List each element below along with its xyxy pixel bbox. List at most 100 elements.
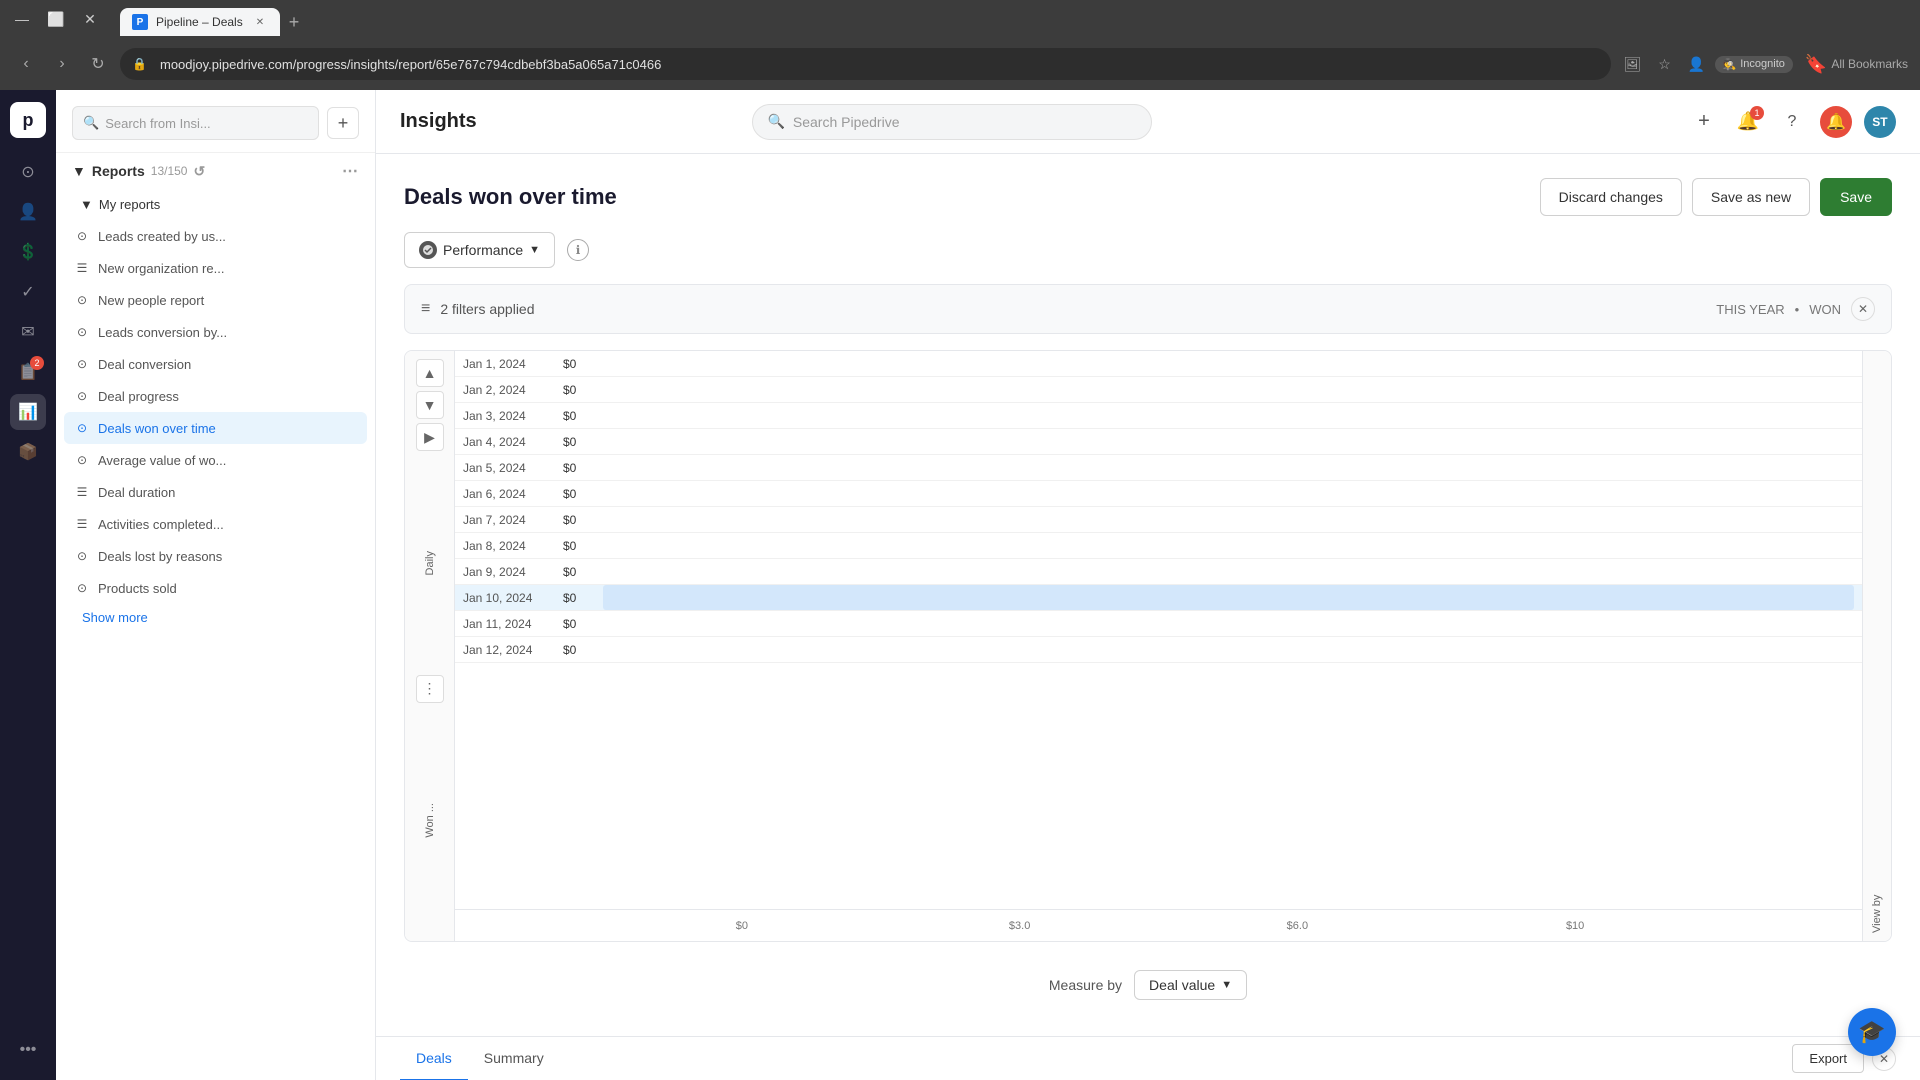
show-more-link[interactable]: Show more [64, 604, 367, 631]
sidebar-item-deals-lost[interactable]: ⊙ Deals lost by reasons [64, 540, 367, 572]
sidebar-item-deal-duration[interactable]: ☰ Deal duration [64, 476, 367, 508]
sidebar-item-products-sold[interactable]: ⊙ Products sold [64, 572, 367, 604]
bottom-tabs: Deals Summary Export ✕ [376, 1036, 1920, 1080]
browser-forward-btn[interactable]: › [48, 50, 76, 78]
axis-right-btn[interactable]: ▶ [416, 423, 444, 451]
nav-item-home[interactable]: ⊙ [10, 154, 46, 190]
tab-close-btn[interactable]: ✕ [252, 14, 268, 30]
circle-icon-8: ⊙ [74, 548, 90, 564]
sidebar-reports-header[interactable]: ▼ Reports 13/150 ↺ ⋯ [56, 153, 375, 189]
sidebar-item-deal-progress[interactable]: ⊙ Deal progress [64, 380, 367, 412]
chart-rows: Jan 1, 2024 $0 Jan 2, 2024 $0 Jan 3, [455, 351, 1862, 909]
nav-item-products[interactable]: 📦 [10, 434, 46, 470]
table-row: Jan 10, 2024 $0 [455, 585, 1862, 611]
deals-won-label: Deals won over time [98, 421, 216, 436]
measure-by-dropdown[interactable]: Deal value ▼ [1134, 970, 1247, 1000]
row-date-10: Jan 10, 2024 [463, 591, 563, 605]
nav-item-mail[interactable]: ✉ [10, 314, 46, 350]
window-close-btn[interactable]: ✕ [76, 5, 104, 33]
chart-bar-area-2 [603, 381, 1854, 399]
table-row: Jan 9, 2024 $0 [455, 559, 1862, 585]
add-btn[interactable]: + [1688, 106, 1720, 138]
sidebar-item-avg-value[interactable]: ⊙ Average value of wo... [64, 444, 367, 476]
incognito-icon: 🕵 [1723, 58, 1737, 71]
sidebar-item-new-org[interactable]: ☰ New organization re... [64, 252, 367, 284]
sidebar-item-deals-won[interactable]: ⊙ Deals won over time [64, 412, 367, 444]
tab-summary[interactable]: Summary [468, 1037, 560, 1080]
filter-period: THIS YEAR [1716, 302, 1784, 317]
my-reports-header[interactable]: ▼ My reports [64, 189, 367, 220]
help-btn[interactable]: ? [1776, 106, 1808, 138]
nav-item-leads[interactable]: 📋 2 [10, 354, 46, 390]
filter-bar: ≡ 2 filters applied THIS YEAR • WON ✕ [404, 284, 1892, 334]
reports-reset-icon[interactable]: ↺ [193, 163, 205, 180]
help-fab[interactable]: 🎓 [1848, 1008, 1896, 1056]
axis-more-btn[interactable]: ⋮ [416, 675, 444, 703]
nav-item-contacts[interactable]: 👤 [10, 194, 46, 230]
table-row: Jan 6, 2024 $0 [455, 481, 1862, 507]
export-btn[interactable]: Export [1792, 1044, 1864, 1073]
row-value-9: $0 [563, 565, 603, 579]
window-minimize-btn[interactable]: — [8, 5, 36, 33]
browser-profile-icon[interactable]: 👤 [1683, 50, 1711, 78]
chart-bar-area-5 [603, 459, 1854, 477]
discard-changes-btn[interactable]: Discard changes [1540, 178, 1682, 216]
user-avatar[interactable]: ST [1864, 106, 1896, 138]
notification-badge: 1 [1750, 106, 1764, 120]
address-bar-row: ‹ › ↻ 🔒 moodjoy.pipedrive.com/progress/i… [0, 38, 1920, 90]
address-bar[interactable]: 🔒 moodjoy.pipedrive.com/progress/insight… [120, 48, 1611, 80]
axis-down-btn[interactable]: ▼ [416, 391, 444, 419]
nav-item-deals[interactable]: 💲 [10, 234, 46, 270]
notifications-btn[interactable]: 🔔 1 [1732, 106, 1764, 138]
products-sold-label: Products sold [98, 581, 177, 596]
axis-tick-3: $10 [1436, 920, 1714, 932]
bookmark-star-icon[interactable]: ☆ [1651, 50, 1679, 78]
sidebar-item-activities-completed[interactable]: ☰ Activities completed... [64, 508, 367, 540]
sidebar-item-leads-created[interactable]: ⊙ Leads created by us... [64, 220, 367, 252]
app-header: Insights 🔍 Search Pipedrive + 🔔 1 ? 🔔 ST [376, 90, 1920, 154]
measure-value: Deal value [1149, 977, 1215, 993]
app-logo[interactable]: p [10, 102, 46, 138]
save-btn[interactable]: Save [1820, 178, 1892, 216]
bell-icon-btn[interactable]: 🔔 [1820, 106, 1852, 138]
browser-refresh-btn[interactable]: ↻ [84, 50, 112, 78]
tab-deals[interactable]: Deals [400, 1037, 468, 1080]
reports-more-btn[interactable]: ⋯ [342, 161, 359, 181]
save-as-new-btn[interactable]: Save as new [1692, 178, 1810, 216]
table-row: Jan 11, 2024 $0 [455, 611, 1862, 637]
info-icon[interactable]: ℹ [567, 239, 589, 261]
nav-item-reports[interactable]: 📊 [10, 394, 46, 430]
nav-rail: p ⊙ 👤 💲 ✓ ✉ 📋 2 📊 📦 ••• [0, 90, 56, 1080]
table-icon-3: ☰ [74, 516, 90, 532]
axis-up-btn[interactable]: ▲ [416, 359, 444, 387]
my-reports-label: My reports [99, 197, 160, 212]
sidebar-item-new-people[interactable]: ⊙ New people report [64, 284, 367, 316]
table-icon-1: ☰ [74, 260, 90, 276]
chart-inner: Jan 1, 2024 $0 Jan 2, 2024 $0 Jan 3, [455, 351, 1862, 941]
new-tab-btn[interactable]: + [280, 8, 308, 36]
nav-item-more[interactable]: ••• [10, 1032, 46, 1068]
browser-back-btn[interactable]: ‹ [12, 50, 40, 78]
performance-btn[interactable]: Performance ▼ [404, 232, 555, 268]
sidebar-item-leads-conversion[interactable]: ⊙ Leads conversion by... [64, 316, 367, 348]
browser-tab-active[interactable]: P Pipeline – Deals ✕ [120, 8, 280, 36]
sidebar-add-btn[interactable]: + [327, 107, 359, 139]
reports-label: Reports [92, 163, 145, 179]
row-date-12: Jan 12, 2024 [463, 643, 563, 657]
row-value-7: $0 [563, 513, 603, 527]
sidebar-item-deal-conversion[interactable]: ⊙ Deal conversion [64, 348, 367, 380]
no-image-icon[interactable]: 🖼 [1619, 50, 1647, 78]
incognito-badge: 🕵 Incognito [1715, 56, 1793, 73]
filter-close-btn[interactable]: ✕ [1851, 297, 1875, 321]
circle-icon-3: ⊙ [74, 324, 90, 340]
header-search[interactable]: 🔍 Search Pipedrive [752, 104, 1152, 140]
sidebar-search-input[interactable]: 🔍 Search from Insi... [72, 106, 319, 140]
chevron-down-icon-2: ▼ [80, 197, 93, 212]
chart-axis-controls: ▲ ▼ ▶ Daily ⋮ Won ... [405, 351, 455, 941]
bookmarks-icon[interactable]: 🔖 [1805, 54, 1827, 75]
window-maximize-btn[interactable]: ⬜ [42, 5, 70, 33]
axis-tick-2: $6.0 [1159, 920, 1437, 932]
nav-item-activities[interactable]: ✓ [10, 274, 46, 310]
row-date-6: Jan 6, 2024 [463, 487, 563, 501]
daily-label: Daily [424, 551, 436, 575]
